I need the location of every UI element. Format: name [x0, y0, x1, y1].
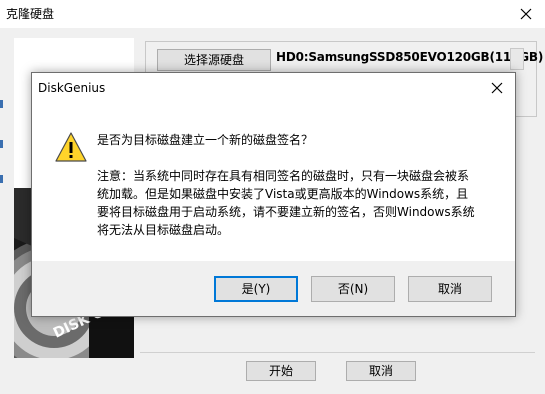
disk-signature-dialog: DiskGenius 是否为目标磁盘建立一个新的磁盘签名？ 注意：当系统中同时存…: [31, 72, 516, 317]
warning-icon: [54, 131, 88, 163]
no-button[interactable]: 否(N): [311, 276, 395, 302]
dialog-close-icon[interactable]: [485, 78, 509, 98]
main-titlebar: 克隆硬盘: [0, 0, 545, 28]
dialog-titlebar: DiskGenius: [32, 73, 515, 103]
dialog-cancel-button[interactable]: 取消: [408, 276, 492, 302]
note-line: 要将目标磁盘用于启动系统，请不要建立新的签名，否则Windows系统: [97, 205, 475, 219]
dialog-title: DiskGenius: [38, 81, 106, 95]
dialog-question: 是否为目标磁盘建立一个新的磁盘签名？: [97, 133, 314, 147]
source-disk-value: HD0:SamsungSSD850EVO120GB(112GB) -: [276, 50, 545, 64]
note-line: 注意：当系统中同时存在具有相同签名的磁盘时，只有一块磁盘会被系: [97, 169, 470, 183]
note-line: 统加载。但是如果磁盘中安装了Vista或更高版本的Windows系统，且: [97, 187, 469, 201]
main-close-icon[interactable]: [515, 4, 537, 24]
left-edge-marks: [0, 40, 4, 340]
dialog-body: 是否为目标磁盘建立一个新的磁盘签名？ 注意：当系统中同时存在具有相同签名的磁盘时…: [32, 103, 515, 261]
main-window-title: 克隆硬盘: [6, 7, 55, 21]
main-separator: [140, 352, 535, 353]
note-line: 将无法从目标磁盘启动。: [97, 223, 230, 237]
dialog-note: 注意：当系统中同时存在具有相同签名的磁盘时，只有一块磁盘会被系 统加载。但是如果…: [97, 167, 497, 239]
select-source-disk-button[interactable]: 选择源硬盘: [157, 49, 271, 71]
yes-button[interactable]: 是(Y): [214, 276, 298, 302]
source-disk-dropdown-arrow[interactable]: [510, 48, 524, 70]
start-button[interactable]: 开始: [246, 361, 316, 381]
main-cancel-button[interactable]: 取消: [346, 361, 416, 381]
